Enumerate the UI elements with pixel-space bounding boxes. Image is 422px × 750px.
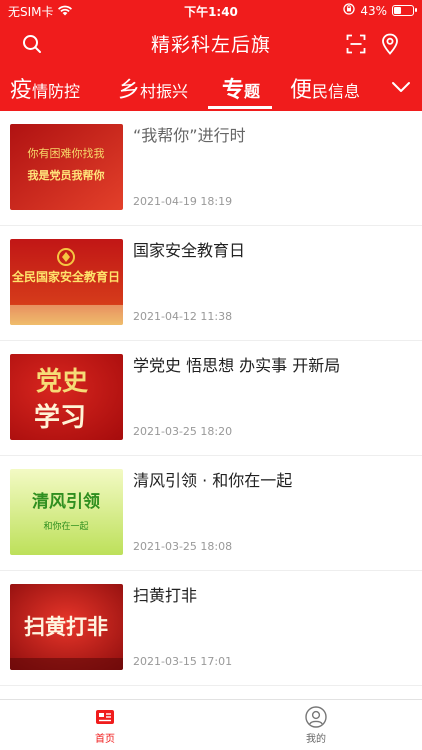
- thumb-text: 全民国家安全教育日: [11, 269, 120, 284]
- thumb-text: 党史: [36, 367, 89, 397]
- tab-public-info[interactable]: 便民信息: [290, 72, 360, 108]
- nav-home-label: 首页: [95, 734, 115, 745]
- battery-level: [394, 7, 401, 14]
- article-item[interactable]: 扫黄打非 扫黄打非 2021-03-15 17:01: [0, 571, 422, 686]
- tab-rural-revitalization[interactable]: 乡村振兴: [118, 72, 188, 108]
- article-date: 2021-04-19 18:19: [133, 195, 233, 208]
- thumb-text: 学习: [34, 402, 86, 433]
- article-date: 2021-04-12 11:38: [133, 310, 233, 323]
- tab-epidemic-control[interactable]: 疫情防控: [10, 72, 80, 108]
- nav-profile[interactable]: 我的: [286, 706, 346, 745]
- tab-label-big: 专: [222, 78, 245, 103]
- scan-icon[interactable]: [344, 32, 368, 56]
- battery-percent: 43%: [360, 3, 387, 18]
- article-title: “我帮你”进行时: [133, 126, 246, 145]
- thumb-text: 清风引领: [32, 491, 100, 512]
- nav-home[interactable]: 首页: [75, 706, 135, 745]
- article-thumbnail: 清风引领 和你在一起: [10, 469, 123, 555]
- status-bar: 无SIM卡 下午1:40 43%: [0, 0, 422, 22]
- tab-label-small: 民信息: [312, 82, 361, 101]
- article-item[interactable]: 全民国家安全教育日 国家安全教育日 2021-04-12 11:38: [0, 226, 422, 341]
- article-date: 2021-03-25 18:20: [133, 425, 233, 438]
- active-tab-indicator: [208, 106, 272, 109]
- article-thumbnail: 你有困难你找我 我是党员我帮你: [10, 124, 123, 210]
- thumb-text: 扫黄打非: [24, 614, 108, 639]
- article-item[interactable]: 你有困难你找我 我是党员我帮你 “我帮你”进行时 2021-04-19 18:1…: [0, 111, 422, 226]
- article-thumbnail: 全民国家安全教育日: [10, 239, 123, 325]
- thumb-text: 我是党员我帮你: [28, 168, 105, 182]
- article-date: 2021-03-15 17:01: [133, 655, 233, 668]
- location-icon[interactable]: [378, 32, 402, 56]
- tab-label-small: 情防控: [32, 82, 81, 101]
- article-date: 2021-03-25 18:08: [133, 540, 233, 553]
- article-thumbnail: 党史 学习: [10, 354, 123, 440]
- thumb-text: 你有困难你找我: [28, 146, 105, 160]
- wifi-icon: [57, 5, 72, 19]
- app-header: 精彩科左后旗: [0, 22, 422, 66]
- battery-icon: [392, 5, 417, 16]
- home-news-icon: [94, 706, 116, 728]
- article-title: 学党史 悟思想 办实事 开新局: [133, 356, 341, 375]
- bottom-navigation: 首页 我的: [0, 699, 422, 750]
- article-item[interactable]: 清风引领 和你在一起 清风引领 · 和你在一起 2021-03-25 18:08: [0, 456, 422, 571]
- article-list: 你有困难你找我 我是党员我帮你 “我帮你”进行时 2021-04-19 18:1…: [0, 111, 422, 686]
- article-title: 国家安全教育日: [133, 241, 246, 260]
- tab-label-small: 题: [244, 82, 261, 101]
- chevron-down-icon[interactable]: [390, 76, 412, 98]
- tab-special-topics[interactable]: 专题: [222, 72, 260, 108]
- tab-label-big: 疫: [10, 78, 33, 103]
- status-right: 43%: [343, 3, 417, 18]
- nav-profile-label: 我的: [306, 734, 326, 745]
- article-item[interactable]: 党史 学习 学党史 悟思想 办实事 开新局 2021-03-25 18:20: [0, 341, 422, 456]
- channel-tabs: 疫情防控 乡村振兴 专题 便民信息: [0, 66, 422, 111]
- article-thumbnail: 扫黄打非: [10, 584, 123, 670]
- thumb-text: 和你在一起: [43, 520, 88, 532]
- article-title: 扫黄打非: [133, 586, 198, 605]
- tab-label-small: 村振兴: [140, 82, 189, 101]
- tab-label-big: 乡: [118, 78, 141, 103]
- profile-icon: [305, 706, 327, 728]
- rotation-lock-icon: [343, 3, 355, 18]
- article-title: 清风引领 · 和你在一起: [133, 471, 293, 490]
- status-left: 无SIM卡: [8, 3, 72, 20]
- carrier-label: 无SIM卡: [8, 5, 54, 19]
- tab-label-big: 便: [290, 78, 313, 103]
